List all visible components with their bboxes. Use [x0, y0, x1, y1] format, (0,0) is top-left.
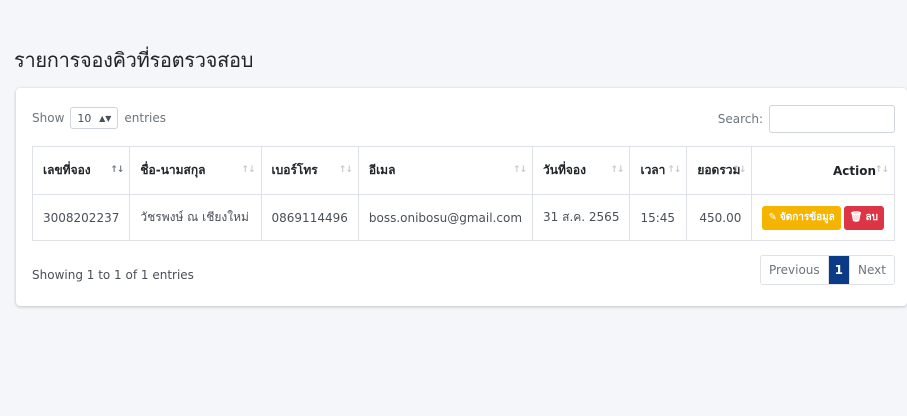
- search-control: Search:: [718, 105, 895, 133]
- sort-icon: ↑↓: [874, 165, 889, 175]
- column-header-date[interactable]: วันที่จอง ↑↓: [532, 146, 631, 195]
- sort-icon: ↑↓: [110, 165, 124, 175]
- column-header-email[interactable]: อีเมล ↑↓: [357, 146, 534, 195]
- cell-total: 450.00: [686, 194, 753, 241]
- entries-length-control: Show 10 ▲▼ entries: [32, 107, 166, 129]
- bookings-table: เลขที่จอง ↑↓ ชื่อ-นามสกุล ↑↓ เบอร์โทร ↑↓ อี…: [31, 146, 895, 241]
- page-header: รายการจองคิวที่รอตรวจสอบ: [0, 10, 907, 72]
- sort-icon: ↑↓: [732, 165, 746, 175]
- edit-icon: ✎: [768, 212, 777, 223]
- cell-email: boss.onibosu@gmail.com: [357, 194, 534, 241]
- cell-time: 15:45: [629, 194, 688, 241]
- sort-icon: ↑↓: [241, 165, 255, 175]
- column-header-time[interactable]: เวลา ↑↓: [629, 146, 688, 195]
- table-info: Showing 1 to 1 of 1 entries: [32, 268, 194, 282]
- cell-name: วัชรพงษ์ ณ เชียงใหม่: [129, 194, 262, 241]
- column-header-booking-no[interactable]: เลขที่จอง ↑↓: [31, 146, 131, 195]
- table-header-row: เลขที่จอง ↑↓ ชื่อ-นามสกุล ↑↓ เบอร์โทร ↑↓ อี…: [31, 146, 895, 195]
- select-arrows-icon: ▲▼: [99, 113, 112, 123]
- column-header-action[interactable]: Action ↑↓: [751, 146, 895, 195]
- cell-phone: 0869114496: [260, 194, 359, 241]
- column-header-phone[interactable]: เบอร์โทร ↑↓: [260, 146, 359, 195]
- sort-icon: ↑↓: [338, 165, 353, 175]
- show-label: Show: [32, 111, 65, 125]
- previous-page-button[interactable]: Previous: [760, 256, 828, 284]
- cell-booking-no: 3008202237: [31, 194, 131, 241]
- pagination: Previous 1 Next: [759, 255, 895, 285]
- trash-icon: 🗑: [849, 212, 863, 223]
- search-input[interactable]: [769, 105, 895, 133]
- bookings-card: Show 10 ▲▼ entries Search: เลขที่จอง ↑↓ ช…: [16, 88, 907, 306]
- entries-select[interactable]: 10 ▲▼: [70, 107, 119, 129]
- cell-date: 31 ส.ค. 2565: [532, 194, 631, 241]
- next-page-button[interactable]: Next: [849, 256, 894, 284]
- edit-button-label: จัดการข้อมูล: [779, 212, 835, 223]
- page-title: รายการจองคิวที่รอตรวจสอบ: [14, 48, 254, 72]
- page-1-button[interactable]: 1: [827, 256, 850, 284]
- sort-icon: ↑↓: [667, 165, 681, 175]
- edit-button[interactable]: ✎ จัดการข้อมูล: [762, 205, 841, 230]
- entries-label: entries: [124, 111, 166, 125]
- delete-button-label: ลบ: [865, 212, 878, 223]
- sort-icon: ↑↓: [512, 165, 527, 175]
- sort-icon: ↑↓: [610, 165, 624, 175]
- table-row: 3008202237 วัชรพงษ์ ณ เชียงใหม่ 08691144…: [31, 194, 895, 241]
- search-label: Search:: [717, 112, 763, 126]
- entries-count: 10: [77, 111, 92, 125]
- cell-actions: ✎ จัดการข้อมูล 🗑 ลบ: [751, 194, 895, 241]
- column-header-name[interactable]: ชื่อ-นามสกุล ↑↓: [129, 146, 262, 195]
- column-header-total[interactable]: ยอดรวม ↑↓: [686, 146, 753, 195]
- delete-button[interactable]: 🗑 ลบ: [843, 205, 884, 230]
